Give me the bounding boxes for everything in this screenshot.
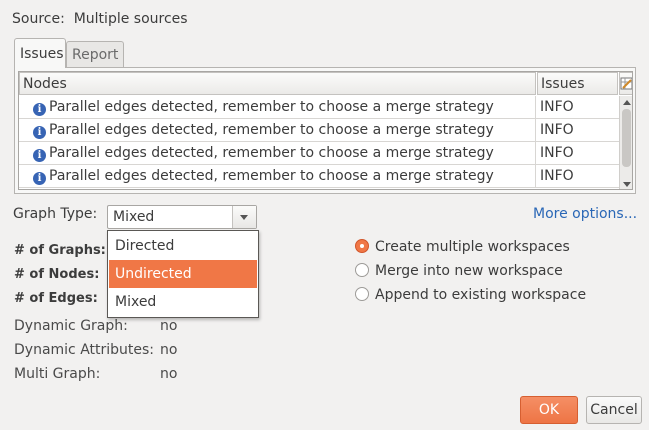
info-icon: i	[33, 149, 46, 162]
radio-unchecked-icon	[355, 287, 369, 301]
graph-type-label: Graph Type:	[13, 206, 98, 222]
edges-count-label: # of Edges:	[14, 291, 98, 306]
column-header-issues[interactable]: Issues	[537, 72, 618, 95]
issue-level: INFO	[540, 122, 574, 138]
graph-type-select[interactable]: Mixed	[107, 205, 257, 229]
radio-checked-icon	[355, 239, 369, 253]
multi-graph-value: no	[160, 366, 178, 382]
info-icon: i	[33, 103, 46, 116]
option-undirected[interactable]: Undirected	[109, 260, 257, 288]
dynamic-graph-label: Dynamic Graph:	[14, 318, 128, 334]
issue-message-cell: i Parallel edges detected, remember to ch…	[19, 96, 536, 118]
source-line: Source: Multiple sources	[12, 11, 188, 27]
graph-type-value: Mixed	[113, 209, 155, 225]
radio-label: Create multiple workspaces	[375, 239, 570, 255]
issue-message-cell: i Parallel edges detected, remember to ch…	[19, 165, 536, 187]
issue-message: Parallel edges detected, remember to cho…	[49, 168, 494, 184]
scrollbar-thumb[interactable]	[622, 109, 631, 167]
radio-append-to-existing-workspace[interactable]: Append to existing workspace	[355, 285, 586, 305]
ok-button[interactable]: OK	[520, 396, 578, 424]
issue-message-cell: i Parallel edges detected, remember to ch…	[19, 142, 536, 164]
more-options-link[interactable]: More options...	[533, 206, 637, 222]
option-directed[interactable]: Directed	[109, 232, 257, 260]
issue-message: Parallel edges detected, remember to cho…	[49, 99, 494, 115]
radio-unchecked-icon	[355, 263, 369, 277]
graph-type-dropdown-list: Directed Undirected Mixed	[107, 230, 259, 318]
tab-issues[interactable]: Issues	[14, 38, 66, 68]
multi-graph-label: Multi Graph:	[14, 366, 101, 382]
issue-message-cell: i Parallel edges detected, remember to ch…	[19, 119, 536, 141]
issue-level: INFO	[540, 145, 574, 161]
tab-report[interactable]: Report	[66, 41, 124, 68]
info-icon: i	[33, 126, 46, 139]
chevron-down-icon	[240, 215, 248, 220]
table-row[interactable]: i Parallel edges detected, remember to ch…	[19, 142, 619, 165]
issues-panel: Nodes Issues i Parallel edges detected, r…	[14, 67, 636, 194]
source-value: Multiple sources	[73, 11, 188, 27]
info-icon: i	[33, 172, 46, 185]
table-row[interactable]: i Parallel edges detected, remember to ch…	[19, 119, 619, 142]
nodes-count-label: # of Nodes:	[14, 267, 100, 282]
table-row[interactable]: i Parallel edges detected, remember to ch…	[19, 96, 619, 119]
dropdown-button[interactable]	[232, 206, 256, 228]
radio-label: Append to existing workspace	[375, 287, 587, 303]
issue-level: INFO	[540, 99, 574, 115]
cancel-button[interactable]: Cancel	[586, 396, 642, 424]
source-label: Source:	[12, 11, 65, 27]
scroll-up-icon[interactable]	[623, 100, 631, 105]
radio-merge-into-new-workspace[interactable]: Merge into new workspace	[355, 261, 563, 281]
graphs-count-label: # of Graphs:	[14, 243, 106, 258]
issue-message: Parallel edges detected, remember to cho…	[49, 122, 494, 138]
issue-level: INFO	[540, 168, 574, 184]
radio-create-multiple-workspaces[interactable]: Create multiple workspaces	[355, 237, 570, 257]
dynamic-attributes-value: no	[160, 342, 178, 358]
scroll-down-icon[interactable]	[623, 182, 631, 187]
column-picker-icon[interactable]	[619, 72, 632, 95]
option-mixed[interactable]: Mixed	[109, 288, 257, 316]
issues-table: Nodes Issues i Parallel edges detected, r…	[18, 71, 633, 190]
column-header-nodes[interactable]: Nodes	[19, 72, 536, 95]
table-row[interactable]: i Parallel edges detected, remember to ch…	[19, 165, 619, 188]
dynamic-attributes-label: Dynamic Attributes:	[14, 342, 155, 358]
vertical-scrollbar[interactable]	[619, 96, 632, 189]
issue-message: Parallel edges detected, remember to cho…	[49, 145, 494, 161]
dynamic-graph-value: no	[160, 318, 178, 334]
radio-label: Merge into new workspace	[375, 263, 563, 279]
